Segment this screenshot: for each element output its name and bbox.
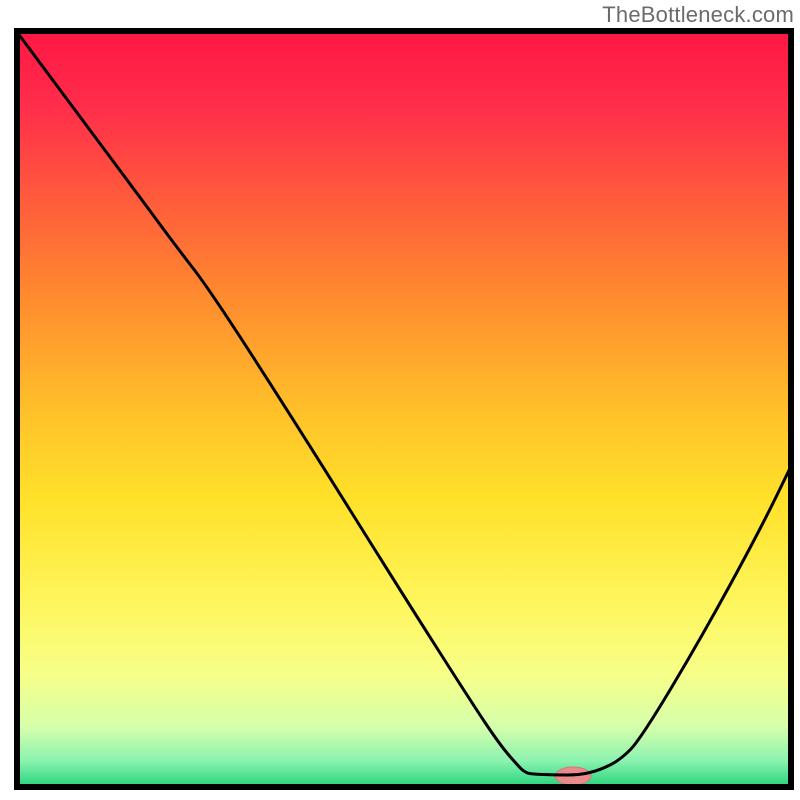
gradient-background	[17, 31, 791, 787]
chart-svg	[0, 0, 800, 800]
chart-container: { "watermark": "TheBottleneck.com", "plo…	[0, 0, 800, 800]
watermark-text: TheBottleneck.com	[602, 2, 794, 28]
